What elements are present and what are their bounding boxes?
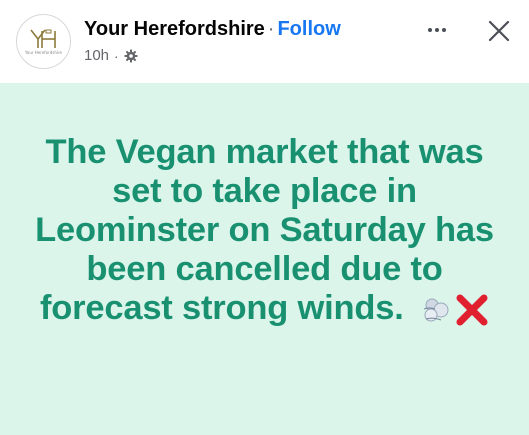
separator-dot: ·	[267, 18, 275, 40]
wind-face-icon	[423, 298, 449, 322]
page-name-link[interactable]: Your Herefordshire	[84, 18, 265, 40]
close-icon	[488, 20, 510, 42]
page-title-line: Your Herefordshire · Follow	[84, 16, 341, 42]
your-herefordshire-logo-icon	[29, 29, 56, 48]
post-text-card[interactable]: The Vegan market that was set to take pl…	[0, 83, 529, 435]
avatar-tagline: Your Herefordshire	[24, 50, 62, 55]
meta-separator-dot: ·	[114, 48, 119, 64]
cross-mark-icon	[456, 294, 488, 326]
post-timestamp[interactable]: 10h	[84, 46, 109, 66]
more-dot	[435, 28, 439, 32]
emoji-group	[421, 293, 489, 327]
gear-icon[interactable]	[124, 49, 138, 63]
post-header: Your Herefordshire Your Herefordshire · Fo…	[0, 0, 529, 83]
post-body: The Vegan market that was set to take pl…	[30, 133, 500, 328]
avatar[interactable]: Your Herefordshire	[16, 14, 71, 69]
more-options-button[interactable]	[422, 18, 452, 42]
close-button[interactable]	[485, 17, 513, 45]
more-dot	[428, 28, 432, 32]
post-meta: 10h ·	[84, 46, 138, 66]
more-dot	[442, 28, 446, 32]
follow-button[interactable]: Follow	[277, 18, 340, 40]
